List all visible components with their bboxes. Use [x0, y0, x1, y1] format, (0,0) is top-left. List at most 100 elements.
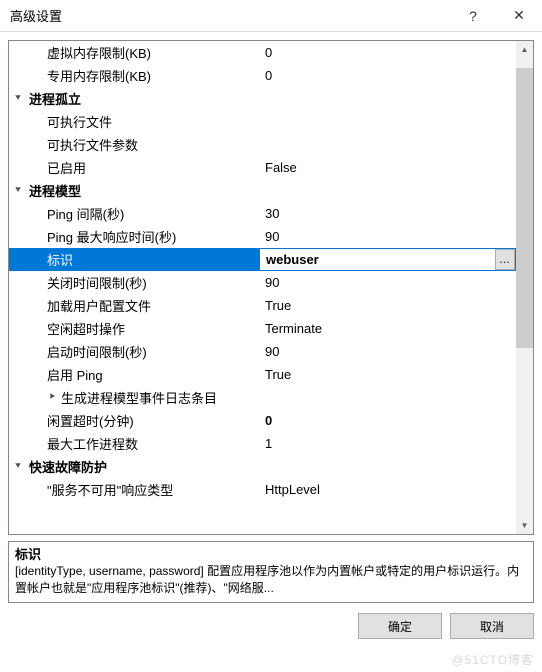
close-button[interactable]: ✕ — [496, 0, 542, 32]
ellipsis-button[interactable]: ... — [495, 249, 515, 270]
property-label-text: 已启用 — [45, 158, 86, 177]
window-title: 高级设置 — [10, 6, 450, 25]
property-label: 专用内存限制(KB) — [27, 64, 259, 87]
property-value-text: Terminate — [265, 321, 322, 336]
property-value-text: True — [265, 298, 291, 313]
property-label: 进程模型 — [27, 179, 259, 202]
property-label-text: 进程模型 — [27, 181, 81, 200]
property-label: 可执行文件 — [27, 110, 259, 133]
property-label: 虚拟内存限制(KB) — [27, 41, 259, 64]
watermark: @51CTO博客 — [451, 651, 534, 668]
property-label: 可执行文件参数 — [27, 133, 259, 156]
property-row[interactable]: 专用内存限制(KB) 0 — [9, 64, 516, 87]
property-value-text: 0 — [265, 413, 272, 428]
property-label-text: 启动时间限制(秒) — [45, 342, 147, 361]
property-value[interactable]: 1 — [259, 432, 516, 455]
property-row[interactable]: 可执行文件参数 — [9, 133, 516, 156]
property-row[interactable]: 关闭时间限制(秒) 90 — [9, 271, 516, 294]
property-row[interactable]: 空闲超时操作Terminate — [9, 317, 516, 340]
property-value[interactable]: 90 — [259, 340, 516, 363]
property-label-text: 闲置超时(分钟) — [45, 411, 134, 430]
property-label-text: 进程孤立 — [27, 89, 81, 108]
property-value[interactable]: True — [259, 294, 516, 317]
property-value[interactable]: 0 — [259, 64, 516, 87]
property-value[interactable] — [259, 133, 516, 156]
category-header[interactable]: ⯆快速故障防护 — [9, 455, 516, 478]
scroll-thumb[interactable] — [516, 68, 533, 348]
description-text: [identityType, username, password] 配置应用程… — [15, 563, 527, 597]
property-value-text: 1 — [265, 436, 272, 451]
property-row[interactable]: 已启用 False — [9, 156, 516, 179]
property-row[interactable]: 启用 Ping True — [9, 363, 516, 386]
property-label-text: 生成进程模型事件日志条目 — [59, 388, 217, 407]
property-value[interactable]: False — [259, 156, 516, 179]
property-label: 标识 — [27, 248, 259, 271]
property-label: ⯈生成进程模型事件日志条目 — [27, 386, 259, 409]
property-value[interactable]: 90 — [259, 225, 516, 248]
property-label-text: 关闭时间限制(秒) — [45, 273, 147, 292]
property-label-text: 最大工作进程数 — [45, 434, 138, 453]
property-value — [259, 87, 516, 110]
property-row[interactable]: 虚拟内存限制(KB)0 — [9, 41, 516, 64]
property-value[interactable]: 0 — [259, 409, 516, 432]
property-label-text: 快速故障防护 — [27, 457, 107, 476]
property-label: 关闭时间限制(秒) — [27, 271, 259, 294]
property-value-text: 90 — [265, 229, 279, 244]
property-label-text: 启用 Ping — [45, 365, 103, 384]
property-row[interactable]: "服务不可用"响应类型 HttpLevel — [9, 478, 516, 501]
property-value-text: True — [265, 367, 291, 382]
property-value[interactable]: True — [259, 363, 516, 386]
property-value[interactable]: 0 — [259, 41, 516, 64]
property-label: Ping 最大响应时间(秒) — [27, 225, 259, 248]
category-header[interactable]: ⯆进程孤立 — [9, 87, 516, 110]
property-label: 加载用户配置文件 — [27, 294, 259, 317]
property-value-text: 90 — [265, 275, 279, 290]
property-row[interactable]: 闲置超时(分钟) 0 — [9, 409, 516, 432]
property-value — [259, 179, 516, 202]
property-row[interactable]: Ping 最大响应时间(秒) 90 — [9, 225, 516, 248]
property-row[interactable]: 最大工作进程数 1 — [9, 432, 516, 455]
vertical-scrollbar[interactable]: ▲ ▼ — [516, 41, 533, 534]
property-label-text: 标识 — [45, 250, 73, 269]
property-row[interactable]: 加载用户配置文件 True — [9, 294, 516, 317]
property-row[interactable]: 标识 webuser... — [9, 248, 516, 271]
property-value-text: 0 — [265, 68, 272, 83]
property-value-text: HttpLevel — [265, 482, 320, 497]
property-value-text: False — [265, 160, 297, 175]
expander-icon[interactable]: ⯆ — [9, 461, 27, 472]
property-row[interactable]: 可执行文件 — [9, 110, 516, 133]
property-label: 快速故障防护 — [27, 455, 259, 478]
scroll-track[interactable] — [516, 58, 533, 517]
description-panel: 标识 [identityType, username, password] 配置… — [8, 541, 534, 603]
property-row[interactable]: 启动时间限制(秒) 90 — [9, 340, 516, 363]
scroll-up-button[interactable]: ▲ — [516, 41, 533, 58]
property-label: 闲置超时(分钟) — [27, 409, 259, 432]
property-value[interactable]: webuser... — [259, 248, 516, 271]
property-value-text: 30 — [265, 206, 279, 221]
expander-icon[interactable]: ⯆ — [9, 185, 27, 196]
property-row[interactable]: ⯈生成进程模型事件日志条目 — [9, 386, 516, 409]
category-header[interactable]: ⯆进程模型 — [9, 179, 516, 202]
cancel-button[interactable]: 取消 — [450, 613, 534, 639]
property-value[interactable]: HttpLevel — [259, 478, 516, 501]
scroll-down-button[interactable]: ▼ — [516, 517, 533, 534]
expander-icon[interactable]: ⯈ — [45, 392, 59, 403]
property-label: 进程孤立 — [27, 87, 259, 110]
property-label: 启动时间限制(秒) — [27, 340, 259, 363]
property-value-text: webuser — [266, 252, 319, 267]
expander-icon[interactable]: ⯆ — [9, 93, 27, 104]
property-label-text: 专用内存限制(KB) — [45, 66, 151, 85]
property-grid: 虚拟内存限制(KB)0专用内存限制(KB)0⯆进程孤立可执行文件可执行文件参数已… — [8, 40, 534, 535]
property-label-text: 可执行文件参数 — [45, 135, 138, 154]
property-row[interactable]: Ping 间隔(秒) 30 — [9, 202, 516, 225]
property-label-text: Ping 间隔(秒) — [45, 204, 124, 223]
property-value[interactable]: 90 — [259, 271, 516, 294]
property-label-text: "服务不可用"响应类型 — [45, 480, 173, 499]
property-label-text: Ping 最大响应时间(秒) — [45, 227, 176, 246]
ok-button[interactable]: 确定 — [358, 613, 442, 639]
property-value[interactable] — [259, 110, 516, 133]
property-value[interactable]: 30 — [259, 202, 516, 225]
property-value[interactable] — [259, 386, 516, 409]
property-value[interactable]: Terminate — [259, 317, 516, 340]
help-button[interactable]: ? — [450, 0, 496, 32]
